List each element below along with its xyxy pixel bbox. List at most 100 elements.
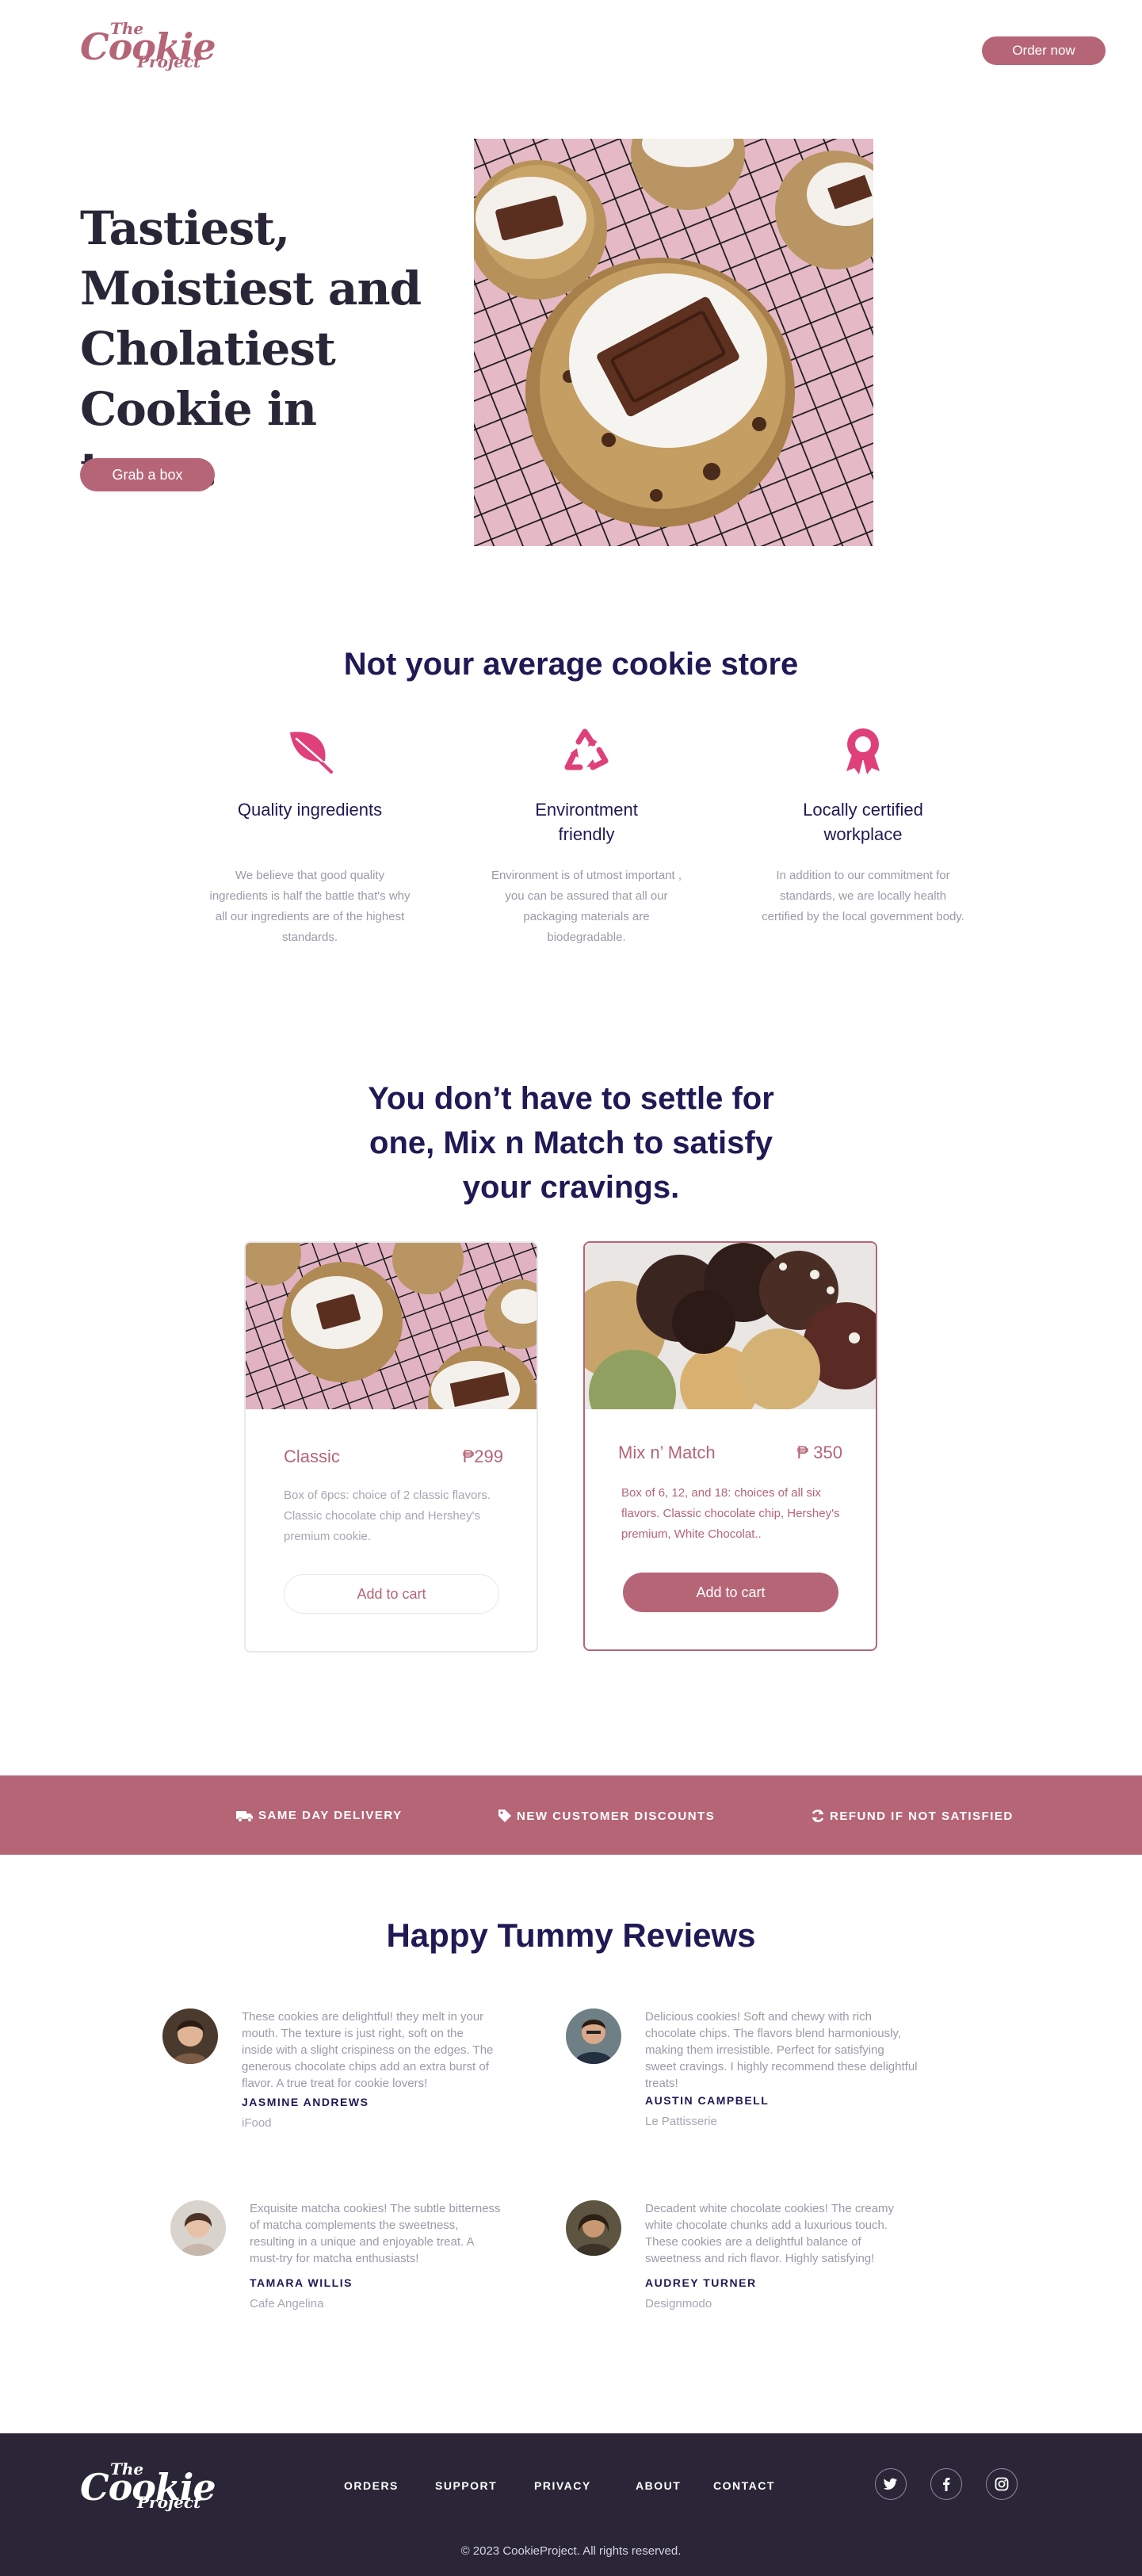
feature-description: We believe that good quality ingredients… (209, 869, 411, 944)
product-name: Classic (284, 1447, 340, 1466)
avatar (566, 2200, 621, 2256)
feature-locally-certified: Locally certified workplace In addition … (752, 723, 974, 927)
feature-name-line: friendly (558, 824, 615, 844)
footer: The Cookie Project ORDERS SUPPORT PRIVAC… (0, 2433, 1142, 2576)
features-title: Not your average cookie store (343, 647, 799, 682)
review-text-line: Delicious cookies! Soft and chewy with r… (645, 2010, 872, 2024)
avatar (162, 2008, 218, 2064)
reviewer-place: Cafe Angelina (250, 2297, 324, 2310)
review-card: These cookies are delightful! they melt … (162, 2008, 543, 2135)
feature-name: Locally certified workplace (752, 797, 974, 847)
review-text: Decadent white chocolate cookies! The cr… (645, 2200, 946, 2267)
review-text-line: mouth. The texture is just right, soft o… (242, 2027, 464, 2040)
product-name: Mix n’ Match (618, 1443, 716, 1462)
footer-link-orders[interactable]: ORDERS (344, 2479, 399, 2492)
reviewer-place: Designmodo (645, 2297, 712, 2310)
review-text-line: treats! (645, 2077, 678, 2090)
tag-icon (498, 1810, 511, 1822)
mix-title-line: You don’t have to settle for (368, 1081, 774, 1116)
add-to-cart-button[interactable]: Add to cart (623, 1573, 838, 1612)
review-text-line: inside with a slight crispiness on the e… (242, 2043, 494, 2057)
review-text-line: generous chocolate chips add an extra bu… (242, 2060, 489, 2073)
award-icon (835, 723, 891, 778)
recycle-icon (559, 723, 614, 778)
logo[interactable]: The Cookie Project (80, 19, 216, 71)
review-text-line: sweetness and rich flavor. Highly satisf… (645, 2252, 875, 2265)
logo-line-project: Project (137, 2493, 201, 2512)
footer-link-support[interactable]: SUPPORT (435, 2479, 497, 2492)
feature-quality-ingredients: Quality ingredients We believe that good… (199, 723, 421, 948)
feature-description: Environment is of utmost important , you… (491, 869, 682, 944)
reviews-title: Happy Tummy Reviews (386, 1917, 756, 1954)
review-text-line: Exquisite matcha cookies! The subtle bit… (250, 2202, 501, 2215)
reviewer-place: iFood (242, 2116, 272, 2130)
reviewer-place: Le Pattisserie (645, 2115, 717, 2128)
feature-name: Environtment friendly (476, 797, 697, 847)
feature-name: Quality ingredients (199, 797, 421, 847)
copyright: © 2023 CookieProject. All rights reserve… (460, 2544, 682, 2558)
mix-title-line: your cravings. (462, 1170, 680, 1205)
mix-title-line: one, Mix n Match to satisfy (369, 1126, 773, 1160)
logo-line-project: Project (137, 52, 201, 71)
footer-logo[interactable]: The Cookie Project (80, 2459, 216, 2512)
review-text-line: white chocolate chunks add a luxurious t… (645, 2219, 888, 2232)
perk-label: NEW CUSTOMER DISCOUNTS (517, 1809, 716, 1823)
perk-new-customer-discounts: NEW CUSTOMER DISCOUNTS (498, 1809, 715, 1823)
feature-name-line: workplace (823, 824, 903, 844)
review-text-line: resulting in a unique and enjoyable trea… (250, 2235, 475, 2249)
perk-same-day-delivery: SAME DAY DELIVERY (236, 1809, 403, 1822)
product-card-mix-n-match[interactable]: Mix n’ Match ₱ 350 Box of 6, 12, and 18:… (583, 1241, 877, 1651)
review-text-line: flavor. A true treat for cookie lovers! (242, 2077, 428, 2090)
review-text-line: making them irresistible. Perfect for sa… (645, 2043, 884, 2057)
product-description: Box of 6pcs: choice of 2 classic flavors… (284, 1489, 491, 1543)
review-text-line: must-try for matcha enthusiasts! (250, 2252, 419, 2265)
review-text: These cookies are delightful! they melt … (242, 2008, 543, 2092)
feature-name-line: Environtment (535, 800, 638, 820)
reviewer-name: TAMARA WILLIS (250, 2276, 353, 2289)
feature-description: In addition to our commitment for standa… (762, 869, 964, 923)
perks-banner: SAME DAY DELIVERY NEW CUSTOMER DISCOUNTS… (0, 1775, 1142, 1855)
hero-title-line: Tastiest, (80, 201, 290, 255)
footer-link-privacy[interactable]: PRIVACY (534, 2479, 591, 2492)
perk-label: REFUND IF NOT SATISFIED (830, 1809, 1014, 1823)
review-text-line: of matcha complements the sweetness, (250, 2219, 459, 2232)
avatar (170, 2200, 226, 2256)
product-price: ₱299 (462, 1447, 503, 1466)
review-text: Exquisite matcha cookies! The subtle bit… (250, 2200, 551, 2267)
feature-name-line: Quality ingredients (237, 800, 383, 820)
product-price: ₱ 350 (796, 1443, 843, 1462)
hero-cookie-image (474, 139, 873, 546)
hero-title: Tastiest, Moistiest and Cholatiest Cooki… (80, 198, 460, 499)
mix-match-title: You don’t have to settle for one, Mix n … (0, 1076, 1142, 1210)
review-card: Exquisite matcha cookies! The subtle bit… (170, 2200, 551, 2319)
review-card: Decadent white chocolate cookies! The cr… (566, 2200, 946, 2319)
grab-a-box-button[interactable]: Grab a box (80, 458, 215, 491)
review-text: Delicious cookies! Soft and chewy with r… (645, 2008, 946, 2092)
product-image-classic (246, 1243, 537, 1409)
twitter-icon[interactable] (875, 2468, 907, 2500)
product-image-mix-n-match (585, 1243, 876, 1409)
footer-link-contact[interactable]: CONTACT (713, 2479, 775, 2492)
add-to-cart-button[interactable]: Add to cart (284, 1574, 499, 1614)
reviewer-name: JASMINE ANDREWS (242, 2096, 369, 2108)
order-now-button[interactable]: Order now (982, 36, 1106, 65)
instagram-icon[interactable] (986, 2468, 1018, 2500)
leaf-icon (282, 723, 338, 778)
footer-link-about[interactable]: ABOUT (636, 2479, 681, 2492)
perk-refund-if-not-satisfied: REFUND IF NOT SATISFIED (811, 1809, 1014, 1823)
hero-title-line: Cholatiest (80, 322, 336, 376)
review-text-line: chocolate chips. The flavors blend harmo… (645, 2027, 901, 2040)
review-text-line: Decadent white chocolate cookies! The cr… (645, 2202, 895, 2215)
review-card: Delicious cookies! Soft and chewy with r… (566, 2008, 946, 2135)
hero-title-line: Moistiest and (80, 262, 422, 315)
product-card-classic[interactable]: Classic ₱299 Box of 6pcs: choice of 2 cl… (244, 1241, 538, 1653)
refresh-icon (812, 1810, 824, 1822)
feature-name-line: Locally certified (803, 800, 923, 820)
review-text-line: These cookies are a delightful balance o… (645, 2235, 861, 2249)
perk-label: SAME DAY DELIVERY (258, 1809, 403, 1822)
facebook-icon[interactable] (930, 2468, 962, 2500)
review-text-line: These cookies are delightful! they melt … (242, 2010, 484, 2024)
product-description: Box of 6, 12, and 18: choices of all six… (621, 1486, 840, 1541)
avatar (566, 2008, 621, 2064)
reviewer-name: AUDREY TURNER (645, 2276, 757, 2289)
